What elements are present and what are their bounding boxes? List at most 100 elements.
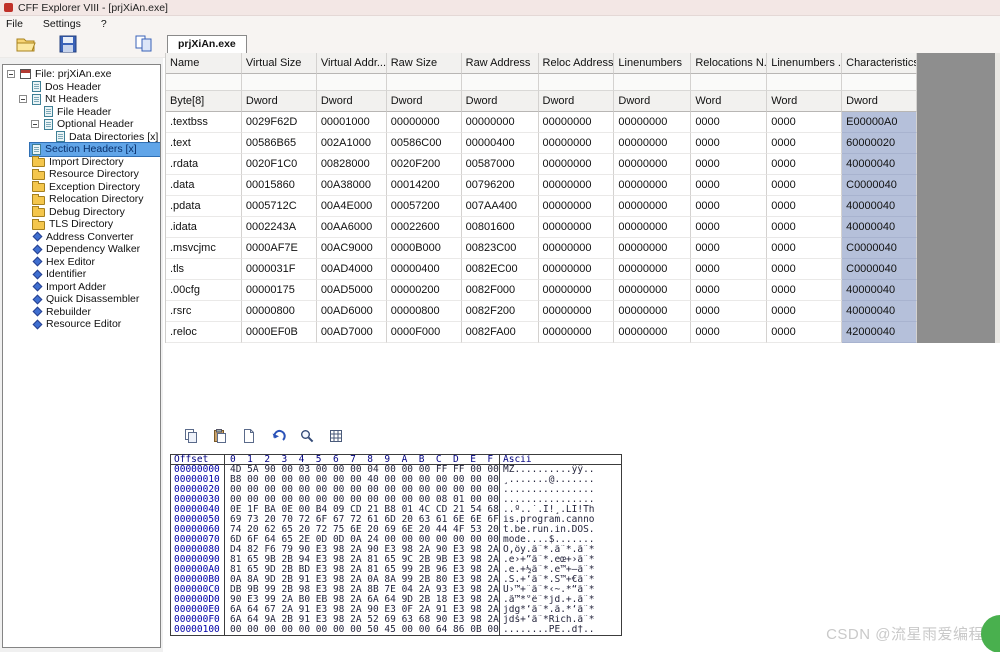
tree-item-address-converter[interactable]: Address Converter [3, 231, 160, 244]
hex-ascii[interactable]: .e.+½ã˜*.e™+–ã˜* [499, 565, 621, 575]
tree-item-debug-directory[interactable]: Debug Directory [3, 206, 160, 219]
fill-button[interactable] [241, 428, 257, 444]
tree-item-dos-header[interactable]: Dos Header [3, 81, 160, 94]
copy-button[interactable] [183, 428, 199, 444]
section-row-rdata[interactable]: .rdata0020F1C0008280000020F2000058700000… [166, 154, 917, 175]
tree-item-relocation-directory[interactable]: Relocation Directory [3, 193, 160, 206]
tree-item-body: Resource Directory [30, 168, 160, 181]
column-header[interactable]: Linenumbers [614, 53, 691, 74]
section-row-msvcjmc[interactable]: .msvcjmc0000AF7E00AC90000000B00000823C00… [166, 238, 917, 259]
column-header[interactable]: Virtual Size [242, 53, 317, 74]
section-row-reloc[interactable]: .reloc0000EF0B00AD70000000F0000082FA0000… [166, 322, 917, 343]
expander-icon[interactable] [31, 120, 39, 128]
tree-item-body: TLS Directory [30, 218, 160, 231]
vertical-scrollbar[interactable] [995, 53, 1000, 343]
tree-item-tls-directory[interactable]: TLS Directory [3, 218, 160, 231]
section-row-tls[interactable]: .tls0000031F00AD4000000004000082EC000000… [166, 259, 917, 280]
tool-icon [33, 269, 43, 279]
hex-view-button[interactable] [130, 33, 158, 55]
cell: 0000 [691, 280, 767, 301]
hex-bytes[interactable]: 00 00 00 00 00 00 00 00 50 45 00 00 64 8… [225, 625, 499, 635]
tree-item-rebuilder[interactable]: Rebuilder [3, 306, 160, 319]
tree-item-quick-disassembler[interactable]: Quick Disassembler [3, 293, 160, 306]
hex-ascii[interactable]: .ã™*°ë˜*jd.+.ã˜* [499, 595, 621, 605]
hex-ascii[interactable]: jdš+‘ã˜*Rich.ã˜* [499, 615, 621, 625]
hex-ascii[interactable]: .e›+”ã˜*.eœ+›ã˜* [499, 555, 621, 565]
column-header[interactable]: Linenumbers ... [767, 53, 842, 74]
cell: .msvcjmc [166, 238, 242, 259]
tree-item-data-directories-x[interactable]: Data Directories [x] [3, 131, 160, 144]
tree-item-label: Data Directories [x] [69, 131, 158, 144]
tree-item-identifier[interactable]: Identifier [3, 268, 160, 281]
tree-item-label: Identifier [46, 268, 86, 281]
tree-item-dependency-walker[interactable]: Dependency Walker [3, 243, 160, 256]
tree-item-resource-editor[interactable]: Resource Editor [3, 318, 160, 331]
hex-ascii[interactable]: ........PE..d†.. [499, 625, 621, 635]
menu-file[interactable]: File [6, 18, 23, 30]
hex-ascii[interactable]: mode....$....... [499, 535, 621, 545]
column-header[interactable]: Characteristics [842, 53, 917, 74]
hex-ascii[interactable]: ................ [499, 485, 621, 495]
tree-item-nt-headers[interactable]: Nt Headers [3, 93, 160, 106]
column-header[interactable]: Reloc Address [539, 53, 615, 74]
cell: 00A4E000 [317, 196, 387, 217]
section-row-pdata[interactable]: .pdata0005712C00A4E00000057200007AA40000… [166, 196, 917, 217]
section-row-text[interactable]: .text00586B65002A100000586C0000000400000… [166, 133, 917, 154]
hex-ascii[interactable]: Û›™+˜ã˜*‹~.*“ã˜* [499, 585, 621, 595]
section-row-textbss[interactable]: .textbss0029F62D000010000000000000000000… [166, 112, 917, 133]
hex-ascii[interactable]: t.be.run.in.DOS. [499, 525, 621, 535]
cell: 40000040 [842, 196, 917, 217]
expander-icon[interactable] [19, 95, 27, 103]
tree-item-resource-directory[interactable]: Resource Directory [3, 168, 160, 181]
save-file-button[interactable] [54, 33, 82, 55]
paste-button[interactable] [212, 428, 228, 444]
tree-item-file-header[interactable]: File Header [3, 106, 160, 119]
section-row-idata[interactable]: .idata0002243A00AA6000000226000080160000… [166, 217, 917, 238]
column-header[interactable]: Raw Size [387, 53, 462, 74]
cell [767, 74, 842, 91]
tree-item-section-headers-x[interactable]: Section Headers [x] [3, 143, 160, 156]
column-header[interactable]: Raw Address [462, 53, 539, 74]
tree-item-exception-directory[interactable]: Exception Directory [3, 181, 160, 194]
cell: 00000000 [614, 238, 691, 259]
section-row-rsrc[interactable]: .rsrc0000080000AD6000000008000082F200000… [166, 301, 917, 322]
open-file-button[interactable] [13, 33, 41, 55]
column-header[interactable]: Virtual Addr... [317, 53, 387, 74]
menu-help[interactable]: ? [101, 18, 107, 30]
document-tab[interactable]: prjXiAn.exe [167, 35, 247, 53]
section-row-data[interactable]: .data0001586000A380000001420000796200000… [166, 175, 917, 196]
tree-item-import-directory[interactable]: Import Directory [3, 156, 160, 169]
tree-item-body: Quick Disassembler [30, 293, 160, 306]
hex-ascii[interactable]: ¸.......@....... [499, 475, 621, 485]
folder-icon [32, 171, 45, 180]
tree: File: prjXiAn.exeDos HeaderNt HeadersFil… [3, 68, 160, 331]
cell: 007AA400 [462, 196, 539, 217]
tree-item-import-adder[interactable]: Import Adder [3, 281, 160, 294]
expander-icon[interactable] [7, 70, 15, 78]
tree-item-body: Identifier [30, 268, 160, 281]
cell: .00cfg [166, 280, 242, 301]
hex-ascii[interactable]: is.program.canno [499, 515, 621, 525]
hex-ascii[interactable]: .Š.+‘ã˜*.Š™+€ã˜* [499, 575, 621, 585]
undo-button[interactable] [270, 428, 286, 444]
tree-item-optional-header[interactable]: Optional Header [3, 118, 160, 131]
cell: 40000040 [842, 301, 917, 322]
cell: 00000000 [539, 322, 615, 343]
hex-ascii[interactable]: MZ..........ÿÿ.. [499, 465, 621, 475]
cell: 00000000 [614, 196, 691, 217]
grid-settings-button[interactable] [328, 428, 344, 444]
search-button[interactable] [299, 428, 315, 444]
hex-ascii[interactable]: ................ [499, 495, 621, 505]
hex-ascii[interactable]: ..º..´.Í!¸.LÍ!Th [499, 505, 621, 515]
section-row-00cfg[interactable]: .00cfg0000017500AD5000000002000082F00000… [166, 280, 917, 301]
hex-ascii[interactable]: Ô‚öy.ã˜*.ã˜*.ã˜* [499, 545, 621, 555]
column-header[interactable]: Name [166, 53, 242, 74]
tree-item-hex-editor[interactable]: Hex Editor [3, 256, 160, 269]
folder-icon [32, 208, 45, 217]
root-icon [20, 69, 31, 79]
cell: .reloc [166, 322, 242, 343]
hex-ascii[interactable]: jdg*‘ã˜*.ã.*‘ã˜* [499, 605, 621, 615]
column-header[interactable]: Relocations N... [691, 53, 767, 74]
tree-item-file-prjxian-exe[interactable]: File: prjXiAn.exe [3, 68, 160, 81]
menu-settings[interactable]: Settings [43, 18, 81, 30]
